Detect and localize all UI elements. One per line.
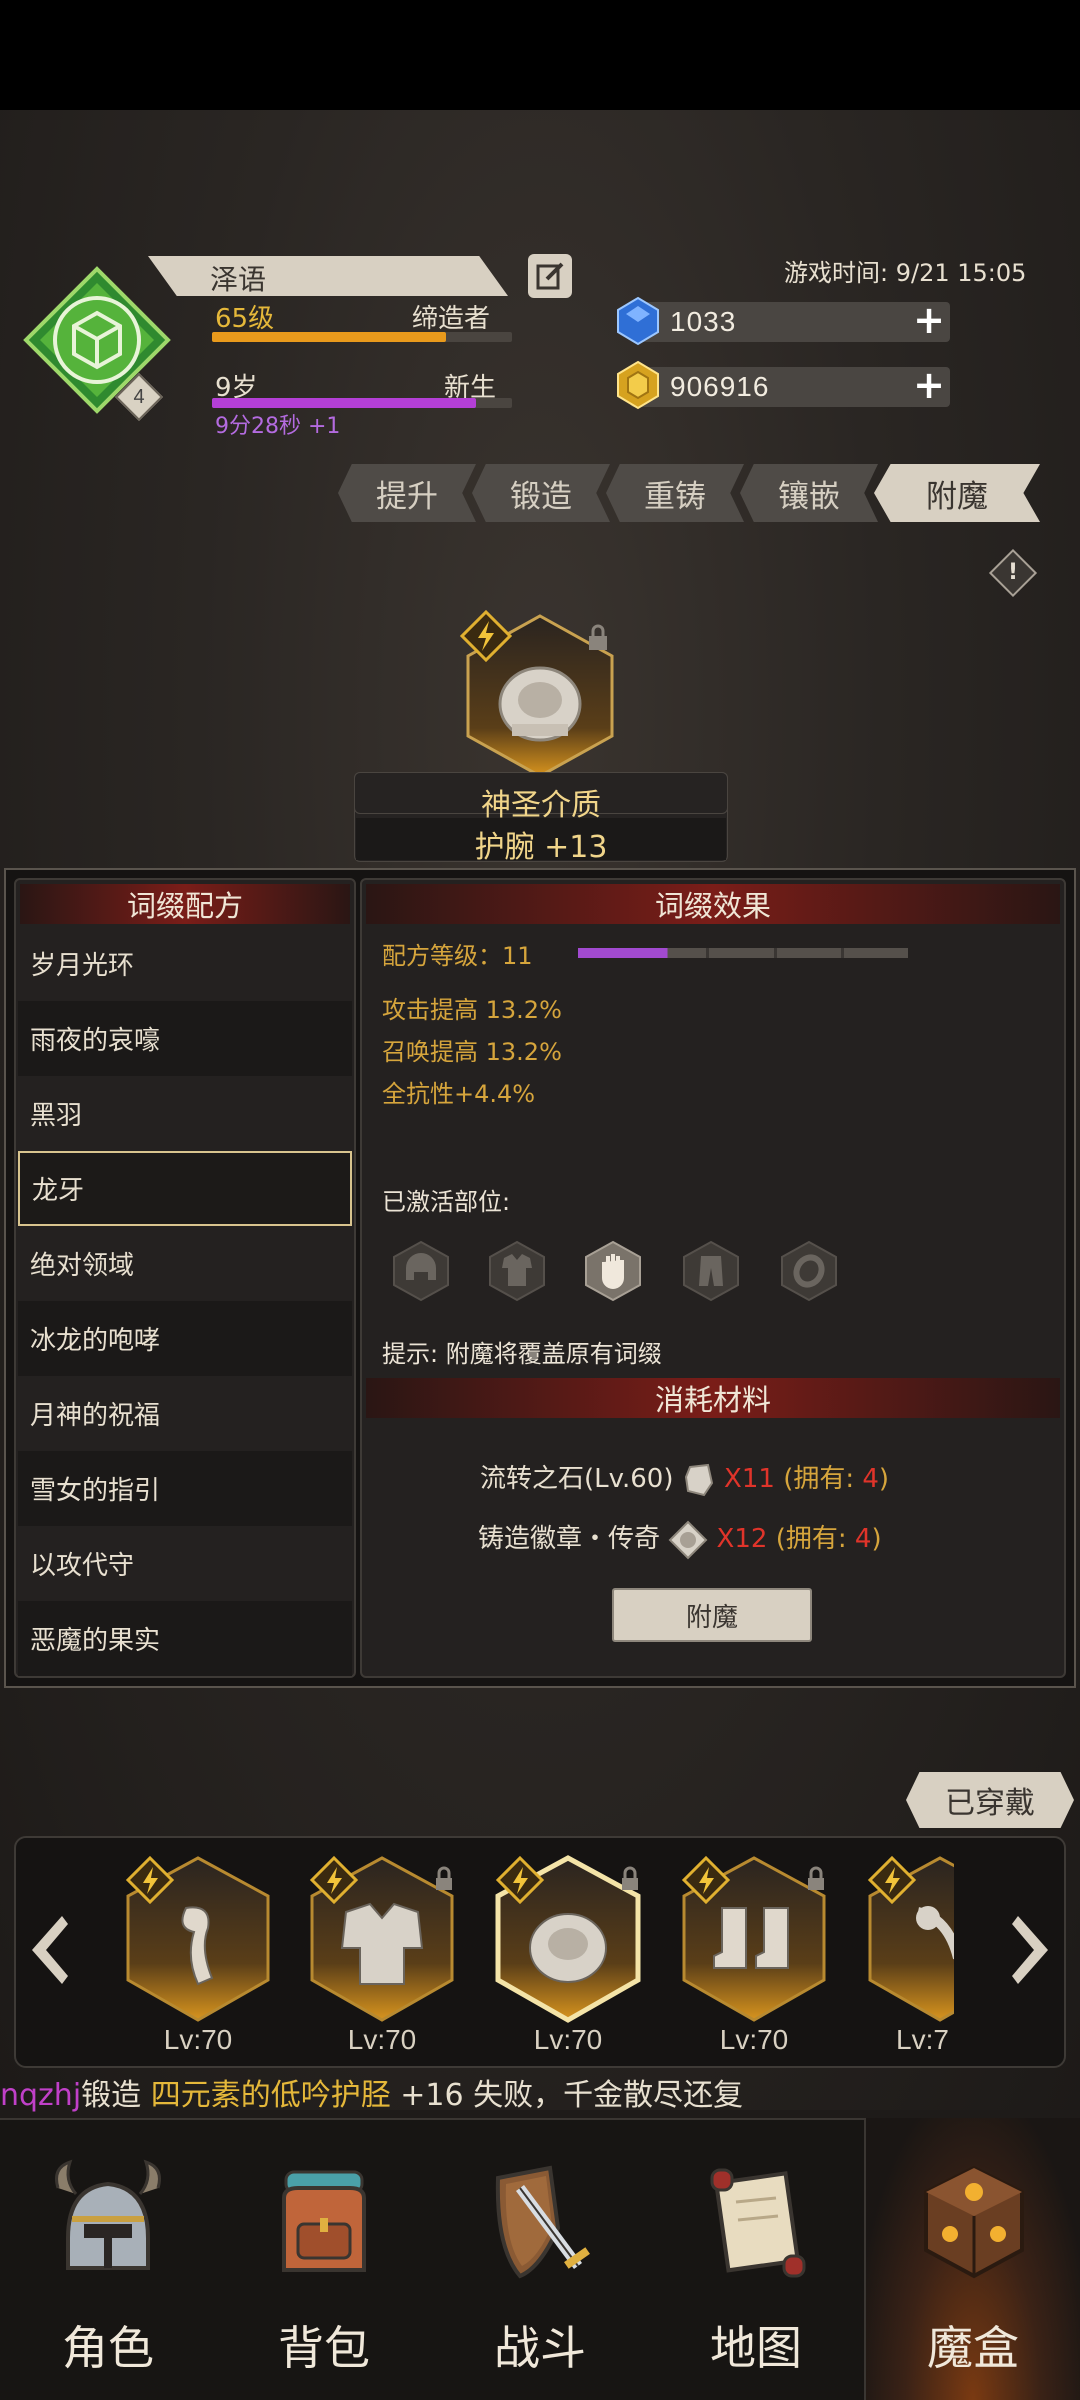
featured-item-name: 神圣介质: [481, 788, 601, 823]
sword-shield-icon: [495, 2165, 590, 2279]
list-item-selected[interactable]: 龙牙: [18, 1151, 352, 1226]
material-row: 流转之石(Lv.60) X11 (拥有: 4): [480, 1458, 889, 1497]
nav-map[interactable]: 地图: [648, 2118, 864, 2400]
game-time: 游戏时间: 9/21 15:05: [784, 259, 1027, 287]
affix-stat: 攻击提高 13.2%: [382, 996, 562, 1024]
equipment-level: Lv:70: [163, 2024, 233, 2055]
affix-recipe-list: 岁月光环 雨夜的哀嚎 黑羽 龙牙 绝对领域 冰龙的咆哮 月神的祝福 雪女的指引 …: [18, 926, 352, 1676]
equipment-slot[interactable]: [116, 1848, 280, 2038]
tab-enchant[interactable]: 附魔: [874, 464, 1040, 522]
list-item[interactable]: 黑羽: [18, 1076, 352, 1151]
plus-icon: +: [913, 363, 945, 407]
tab-recast[interactable]: 重铸: [606, 464, 744, 522]
ticker-rest: +16 失败，千金散尽还复: [390, 2078, 744, 2113]
recipe-level-bar: [578, 948, 909, 958]
pants-slot-icon: [683, 1240, 739, 1302]
magic-box-icon: [924, 2165, 1024, 2279]
gem-amount: 1033: [670, 306, 737, 337]
recipe-bar-segment: [578, 948, 707, 958]
ticker-action: 锻造: [81, 2078, 151, 2113]
equipment-level: Lv:70: [347, 2024, 417, 2055]
plus-icon: +: [913, 298, 945, 342]
tab-upgrade[interactable]: 提升: [338, 464, 476, 522]
nav-label: 背包: [278, 2321, 370, 2375]
equipment-slot[interactable]: [672, 1848, 836, 2038]
equipment-level: Lv:70: [719, 2024, 789, 2055]
list-item[interactable]: 月神的祝福: [18, 1376, 352, 1451]
recipe-level-label: 配方等级：11: [382, 942, 533, 970]
featured-item-type: 护腕 +13: [474, 830, 608, 865]
nav-label: 角色: [62, 2321, 154, 2375]
stone-material-icon: [684, 1463, 713, 1496]
player-name: 泽语: [210, 263, 267, 296]
player-level: 65级: [215, 304, 275, 334]
add-gems-button[interactable]: +: [912, 298, 946, 342]
age-bar: [212, 398, 512, 408]
blue-gem-icon: [617, 296, 659, 346]
nav-backpack[interactable]: 背包: [216, 2118, 432, 2400]
nav-label: 地图: [710, 2321, 802, 2375]
name-plate: [148, 256, 508, 296]
activated-parts-label: 已激活部位:: [382, 1188, 511, 1216]
affix-effect-header: 词缀效果: [366, 884, 1060, 924]
carousel-right-arrow-icon[interactable]: [1008, 1910, 1058, 1990]
tab-inlay[interactable]: 镶嵌: [740, 464, 878, 522]
equipment-slot[interactable]: [300, 1848, 464, 2038]
nav-character[interactable]: 角色: [0, 2118, 216, 2400]
info-icon: !: [1007, 560, 1019, 585]
list-item[interactable]: 恶魔的果实: [18, 1601, 352, 1676]
affix-stat: 召唤提高 13.2%: [382, 1038, 562, 1066]
lightning-rarity-icon: [460, 610, 512, 662]
equipment-level: Lv:70: [533, 2024, 603, 2055]
affix-stat: 全抗性+4.4%: [382, 1080, 536, 1108]
edit-name-button[interactable]: [528, 254, 572, 298]
nav-label: 战斗: [494, 2321, 586, 2375]
armor-slot-icon: [489, 1240, 545, 1302]
recipe-bar-segment: [709, 948, 774, 958]
scroll-map-icon: [710, 2168, 806, 2278]
ticker-user[interactable]: nqzhj: [0, 2078, 81, 2113]
glove-slot-icon: [585, 1240, 641, 1302]
list-item[interactable]: 以攻代守: [18, 1526, 352, 1601]
nav-label: 魔盒: [927, 2321, 1019, 2375]
ring-slot-icon: [781, 1240, 837, 1302]
tab-forge[interactable]: 锻造: [472, 464, 610, 522]
nav-battle[interactable]: 战斗: [432, 2118, 648, 2400]
enchant-tip: 提示: 附魔将覆盖原有词缀: [382, 1340, 662, 1368]
affix-recipe-header: 词缀配方: [20, 884, 350, 924]
broadcast-ticker: nqzhj锻造 四元素的低吟护胫 +16 失败，千金散尽还复: [0, 2070, 1080, 2114]
gold-coin-icon: [617, 360, 659, 410]
recipe-bar-segment: [776, 948, 841, 958]
add-gold-button[interactable]: +: [912, 363, 946, 407]
gold-amount: 906916: [670, 371, 770, 402]
equipped-filter-button[interactable]: 已穿戴: [906, 1772, 1074, 1828]
recipe-bar-segment: [843, 948, 909, 958]
list-item[interactable]: 绝对领域: [18, 1226, 352, 1301]
list-item[interactable]: 冰龙的咆哮: [18, 1301, 352, 1376]
ticker-item: 四元素的低吟护胫: [150, 2078, 391, 2113]
status-bar: [0, 0, 1080, 110]
edit-icon: [536, 262, 564, 290]
backpack-icon: [282, 2170, 366, 2272]
lock-icon: [589, 624, 607, 650]
age-timer: 9分28秒 +1: [215, 414, 341, 439]
list-item[interactable]: 雪女的指引: [18, 1451, 352, 1526]
carousel-left-arrow-icon[interactable]: [22, 1910, 72, 1990]
equipment-level: Lv:7: [896, 2024, 949, 2055]
materials-header: 消耗材料: [366, 1378, 1060, 1418]
list-item[interactable]: 雨夜的哀嚎: [18, 1001, 352, 1076]
nav-magic-box[interactable]: 魔盒: [864, 2118, 1080, 2400]
exp-bar: [212, 332, 512, 342]
helmet-slot-icon: [393, 1240, 449, 1302]
material-row: 铸造徽章・传奇 X12 (拥有: 4): [478, 1518, 882, 1560]
equipment-slot[interactable]: [486, 1848, 650, 2038]
enchant-button[interactable]: 附魔: [612, 1588, 812, 1642]
badge-material-icon: [668, 1520, 708, 1559]
equipment-slot[interactable]: [858, 1848, 954, 2038]
helmet-icon: [55, 2159, 161, 2270]
list-item[interactable]: 岁月光环: [18, 926, 352, 1001]
player-title: 缔造者: [412, 304, 491, 334]
